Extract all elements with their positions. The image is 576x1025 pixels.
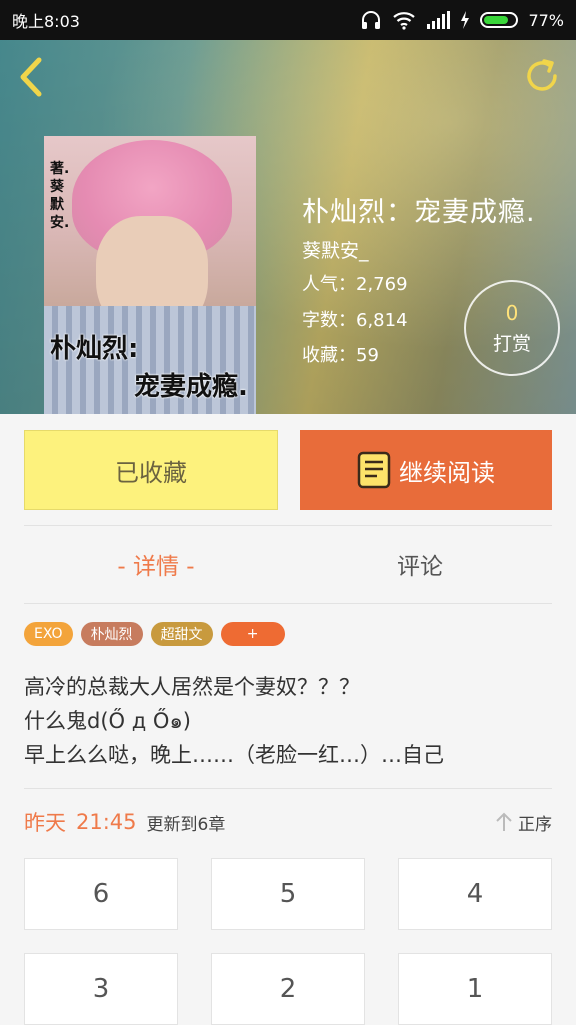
- update-time: 21:45: [76, 810, 137, 834]
- update-text: 更新到6章: [146, 814, 226, 835]
- divider: [24, 525, 552, 526]
- book-title: 朴灿烈：宠妻成瘾.: [302, 197, 536, 228]
- sort-order-label: 正序: [518, 814, 552, 835]
- chapter-button[interactable]: 3: [24, 953, 178, 1025]
- continue-reading-label: 继续阅读: [399, 458, 495, 487]
- cover-title-line1: 朴灿烈:: [50, 334, 139, 364]
- book-header: 著.葵默安. 朴灿烈: 宠妻成瘾. 朴灿烈：宠妻成瘾. 葵默安_ 人气：2,76…: [0, 40, 576, 414]
- tab-comments[interactable]: 评论: [288, 540, 552, 588]
- update-info: 昨天 21:45 更新到6章 正序: [24, 806, 552, 838]
- status-bar: 晚上8:03 77%: [0, 0, 576, 40]
- book-author[interactable]: 葵默安_: [302, 236, 369, 263]
- tip-button[interactable]: 0 打赏: [464, 280, 560, 376]
- status-icons: 77%: [360, 10, 564, 30]
- refresh-icon[interactable]: [522, 56, 562, 96]
- update-day: 昨天: [24, 811, 66, 835]
- battery-icon: [480, 12, 519, 28]
- tag-list: EXO 朴灿烈 超甜文 +: [24, 622, 285, 646]
- sort-order-button[interactable]: 正序: [496, 810, 552, 835]
- book-description[interactable]: 高冷的总裁大人居然是个妻奴？？？ 什么鬼d(Ő д Ő๑) 早上么么哒，晚上………: [24, 670, 564, 772]
- description-line: 早上么么哒，晚上……（老脸一红…）…自己: [24, 743, 444, 767]
- favorited-label: 已收藏: [115, 458, 187, 487]
- headphones-icon: [362, 11, 381, 29]
- wordcount-stat: 字数：6,814: [302, 306, 408, 332]
- wordcount-label: 字数：: [302, 310, 356, 331]
- book-icon: [357, 451, 391, 489]
- cover-author-text: 著.葵默安.: [50, 161, 70, 231]
- favorites-label: 收藏：: [302, 345, 356, 366]
- tag-character[interactable]: 朴灿烈: [80, 622, 143, 646]
- cover-title-line2: 宠妻成瘾.: [134, 372, 248, 402]
- tag-genre[interactable]: 超甜文: [150, 622, 213, 646]
- battery-level: [484, 16, 508, 24]
- divider: [24, 788, 552, 789]
- divider: [24, 603, 552, 604]
- popularity-stat: 人气：2,769: [302, 270, 408, 296]
- tag-exo[interactable]: EXO: [24, 622, 73, 646]
- chapter-button[interactable]: 2: [211, 953, 365, 1025]
- charging-icon: [461, 11, 470, 29]
- favorites-stat: 收藏：59: [302, 341, 379, 367]
- wordcount-value: 6,814: [356, 310, 408, 331]
- battery-percent: 77%: [528, 10, 564, 30]
- chapter-button[interactable]: 1: [398, 953, 552, 1025]
- wifi-icon: [393, 12, 416, 30]
- signal-icon: [427, 11, 451, 29]
- chapter-button[interactable]: 6: [24, 858, 178, 930]
- chapter-button[interactable]: 5: [211, 858, 365, 930]
- description-line: 什么鬼d(Ő д Ő๑): [24, 709, 191, 733]
- description-line: 高冷的总裁大人居然是个妻奴？？？: [24, 675, 360, 699]
- add-tag-button[interactable]: +: [220, 622, 285, 646]
- status-time: 晚上8:03: [12, 12, 80, 31]
- tip-label: 打赏: [492, 332, 531, 355]
- favorited-button[interactable]: 已收藏: [24, 430, 278, 510]
- arrow-up-icon: [496, 812, 512, 831]
- continue-reading-button[interactable]: 继续阅读: [300, 430, 552, 510]
- favorites-value: 59: [356, 345, 379, 366]
- tab-details[interactable]: - 详情 -: [24, 540, 288, 588]
- popularity-value: 2,769: [356, 274, 408, 295]
- popularity-label: 人气：: [302, 274, 356, 295]
- tip-count: 0: [505, 300, 519, 325]
- book-cover[interactable]: 著.葵默安. 朴灿烈: 宠妻成瘾.: [44, 136, 256, 414]
- back-icon[interactable]: [12, 54, 52, 100]
- chapter-button[interactable]: 4: [398, 858, 552, 930]
